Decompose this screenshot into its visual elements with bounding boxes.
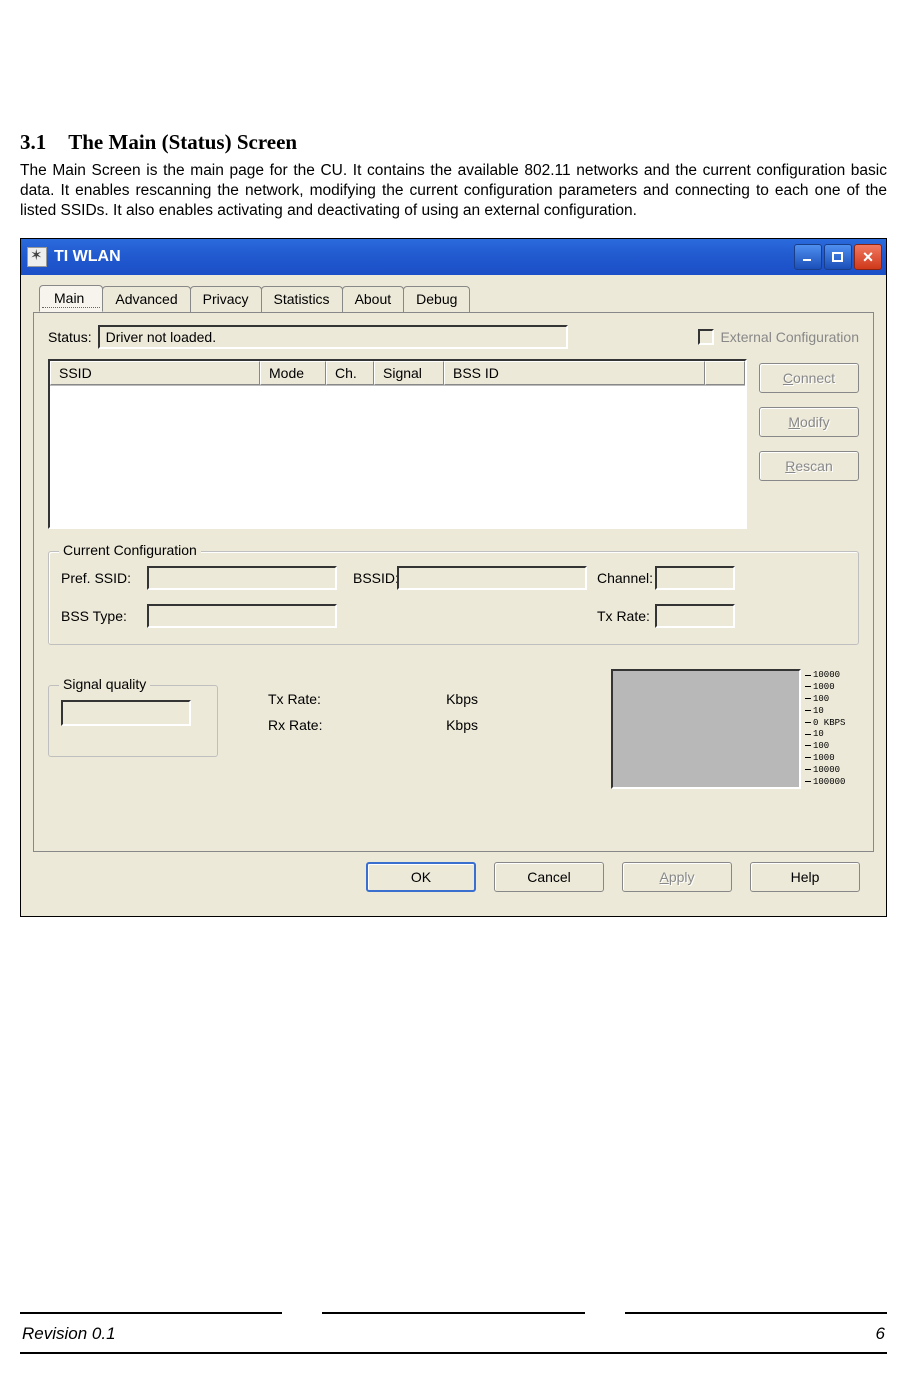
txrate-field <box>655 604 735 628</box>
status-field: Driver not loaded. <box>98 325 568 349</box>
external-config-label: External Configuration <box>720 329 859 345</box>
tab-advanced[interactable]: Advanced <box>102 286 190 313</box>
txrate-label: Tx Rate: <box>587 608 655 624</box>
scale-tick: 1000 <box>805 754 859 764</box>
bssid-field <box>397 566 587 590</box>
scale-tick: 10000 <box>805 671 859 681</box>
help-button[interactable]: Help <box>750 862 860 892</box>
modify-button: Modify <box>759 407 859 437</box>
graph-plot-area <box>611 669 801 789</box>
pref-ssid-label: Pref. SSID: <box>61 570 147 586</box>
bssid-label: BSSID: <box>337 570 397 586</box>
close-button[interactable]: × <box>854 244 882 270</box>
channel-field <box>655 566 735 590</box>
status-value: Driver not loaded. <box>106 329 217 345</box>
rate-graph: 10000 1000 100 10 0 KBPS 10 100 1000 100… <box>611 669 859 789</box>
window-title: TI WLAN <box>54 248 121 266</box>
scale-tick: 10 <box>805 730 859 740</box>
footer-page-number: 6 <box>876 1324 885 1344</box>
cancel-button[interactable]: Cancel <box>494 862 604 892</box>
close-icon: × <box>863 247 874 268</box>
external-config-checkbox: External Configuration <box>698 329 859 345</box>
col-signal[interactable]: Signal <box>374 361 444 385</box>
tab-panel-main: Status: Driver not loaded. External Conf… <box>33 312 874 852</box>
maximize-icon <box>831 251 845 263</box>
tab-statistics[interactable]: Statistics <box>261 286 343 313</box>
scale-tick: 0 KBPS <box>805 719 859 729</box>
rescan-button: Rescan <box>759 451 859 481</box>
heading-title: The Main (Status) Screen <box>68 130 297 154</box>
col-channel[interactable]: Ch. <box>326 361 374 385</box>
titlebar[interactable]: TI WLAN × <box>21 239 886 275</box>
signal-quality-legend: Signal quality <box>59 676 150 692</box>
scale-tick: 100 <box>805 742 859 752</box>
minimize-icon <box>801 251 815 263</box>
app-window: TI WLAN × Main Advanced Privacy Statisti… <box>20 238 887 917</box>
rx-rate-unit: Kbps <box>446 717 478 733</box>
minimize-button[interactable] <box>794 244 822 270</box>
section-heading: 3.1 The Main (Status) Screen <box>20 130 887 155</box>
tx-rate-unit: Kbps <box>446 691 478 707</box>
footer-revision: Revision 0.1 <box>22 1324 116 1344</box>
tab-about[interactable]: About <box>342 286 405 313</box>
listview-header-row: SSID Mode Ch. Signal BSS ID <box>50 361 745 386</box>
page-footer: Revision 0.1 6 <box>20 1312 887 1354</box>
bss-type-label: BSS Type: <box>61 608 147 624</box>
rx-rate-label: Rx Rate: <box>268 717 322 733</box>
scale-tick: 10 <box>805 707 859 717</box>
scale-tick: 100 <box>805 695 859 705</box>
tab-debug[interactable]: Debug <box>403 286 470 313</box>
graph-scale: 10000 1000 100 10 0 KBPS 10 100 1000 100… <box>801 669 859 789</box>
pref-ssid-field <box>147 566 337 590</box>
dialog-buttons: OK Cancel Apply Help <box>33 852 874 904</box>
signal-quality-meter <box>61 700 191 726</box>
col-ssid[interactable]: SSID <box>50 361 260 385</box>
col-padding <box>705 361 745 385</box>
ok-button[interactable]: OK <box>366 862 476 892</box>
checkbox-icon <box>698 329 714 345</box>
tab-main[interactable]: Main <box>39 285 103 312</box>
network-listview[interactable]: SSID Mode Ch. Signal BSS ID <box>48 359 747 529</box>
col-mode[interactable]: Mode <box>260 361 326 385</box>
connect-button: Connect <box>759 363 859 393</box>
tab-privacy[interactable]: Privacy <box>190 286 262 313</box>
signal-quality-group: Signal quality <box>48 685 218 757</box>
scale-tick: 100000 <box>805 778 859 788</box>
heading-number: 3.1 <box>20 130 46 155</box>
current-configuration-group: Current Configuration Pref. SSID: BSSID:… <box>48 551 859 645</box>
bss-type-field <box>147 604 337 628</box>
current-config-legend: Current Configuration <box>59 542 201 558</box>
apply-button: Apply <box>622 862 732 892</box>
scale-tick: 10000 <box>805 766 859 776</box>
channel-label: Channel: <box>587 570 655 586</box>
app-icon <box>27 247 47 267</box>
section-paragraph: The Main Screen is the main page for the… <box>20 161 887 220</box>
scale-tick: 1000 <box>805 683 859 693</box>
maximize-button[interactable] <box>824 244 852 270</box>
tx-rate-label: Tx Rate: <box>268 691 321 707</box>
status-label: Status: <box>48 329 92 345</box>
col-bssid[interactable]: BSS ID <box>444 361 705 385</box>
tab-strip: Main Advanced Privacy Statistics About D… <box>39 285 874 312</box>
